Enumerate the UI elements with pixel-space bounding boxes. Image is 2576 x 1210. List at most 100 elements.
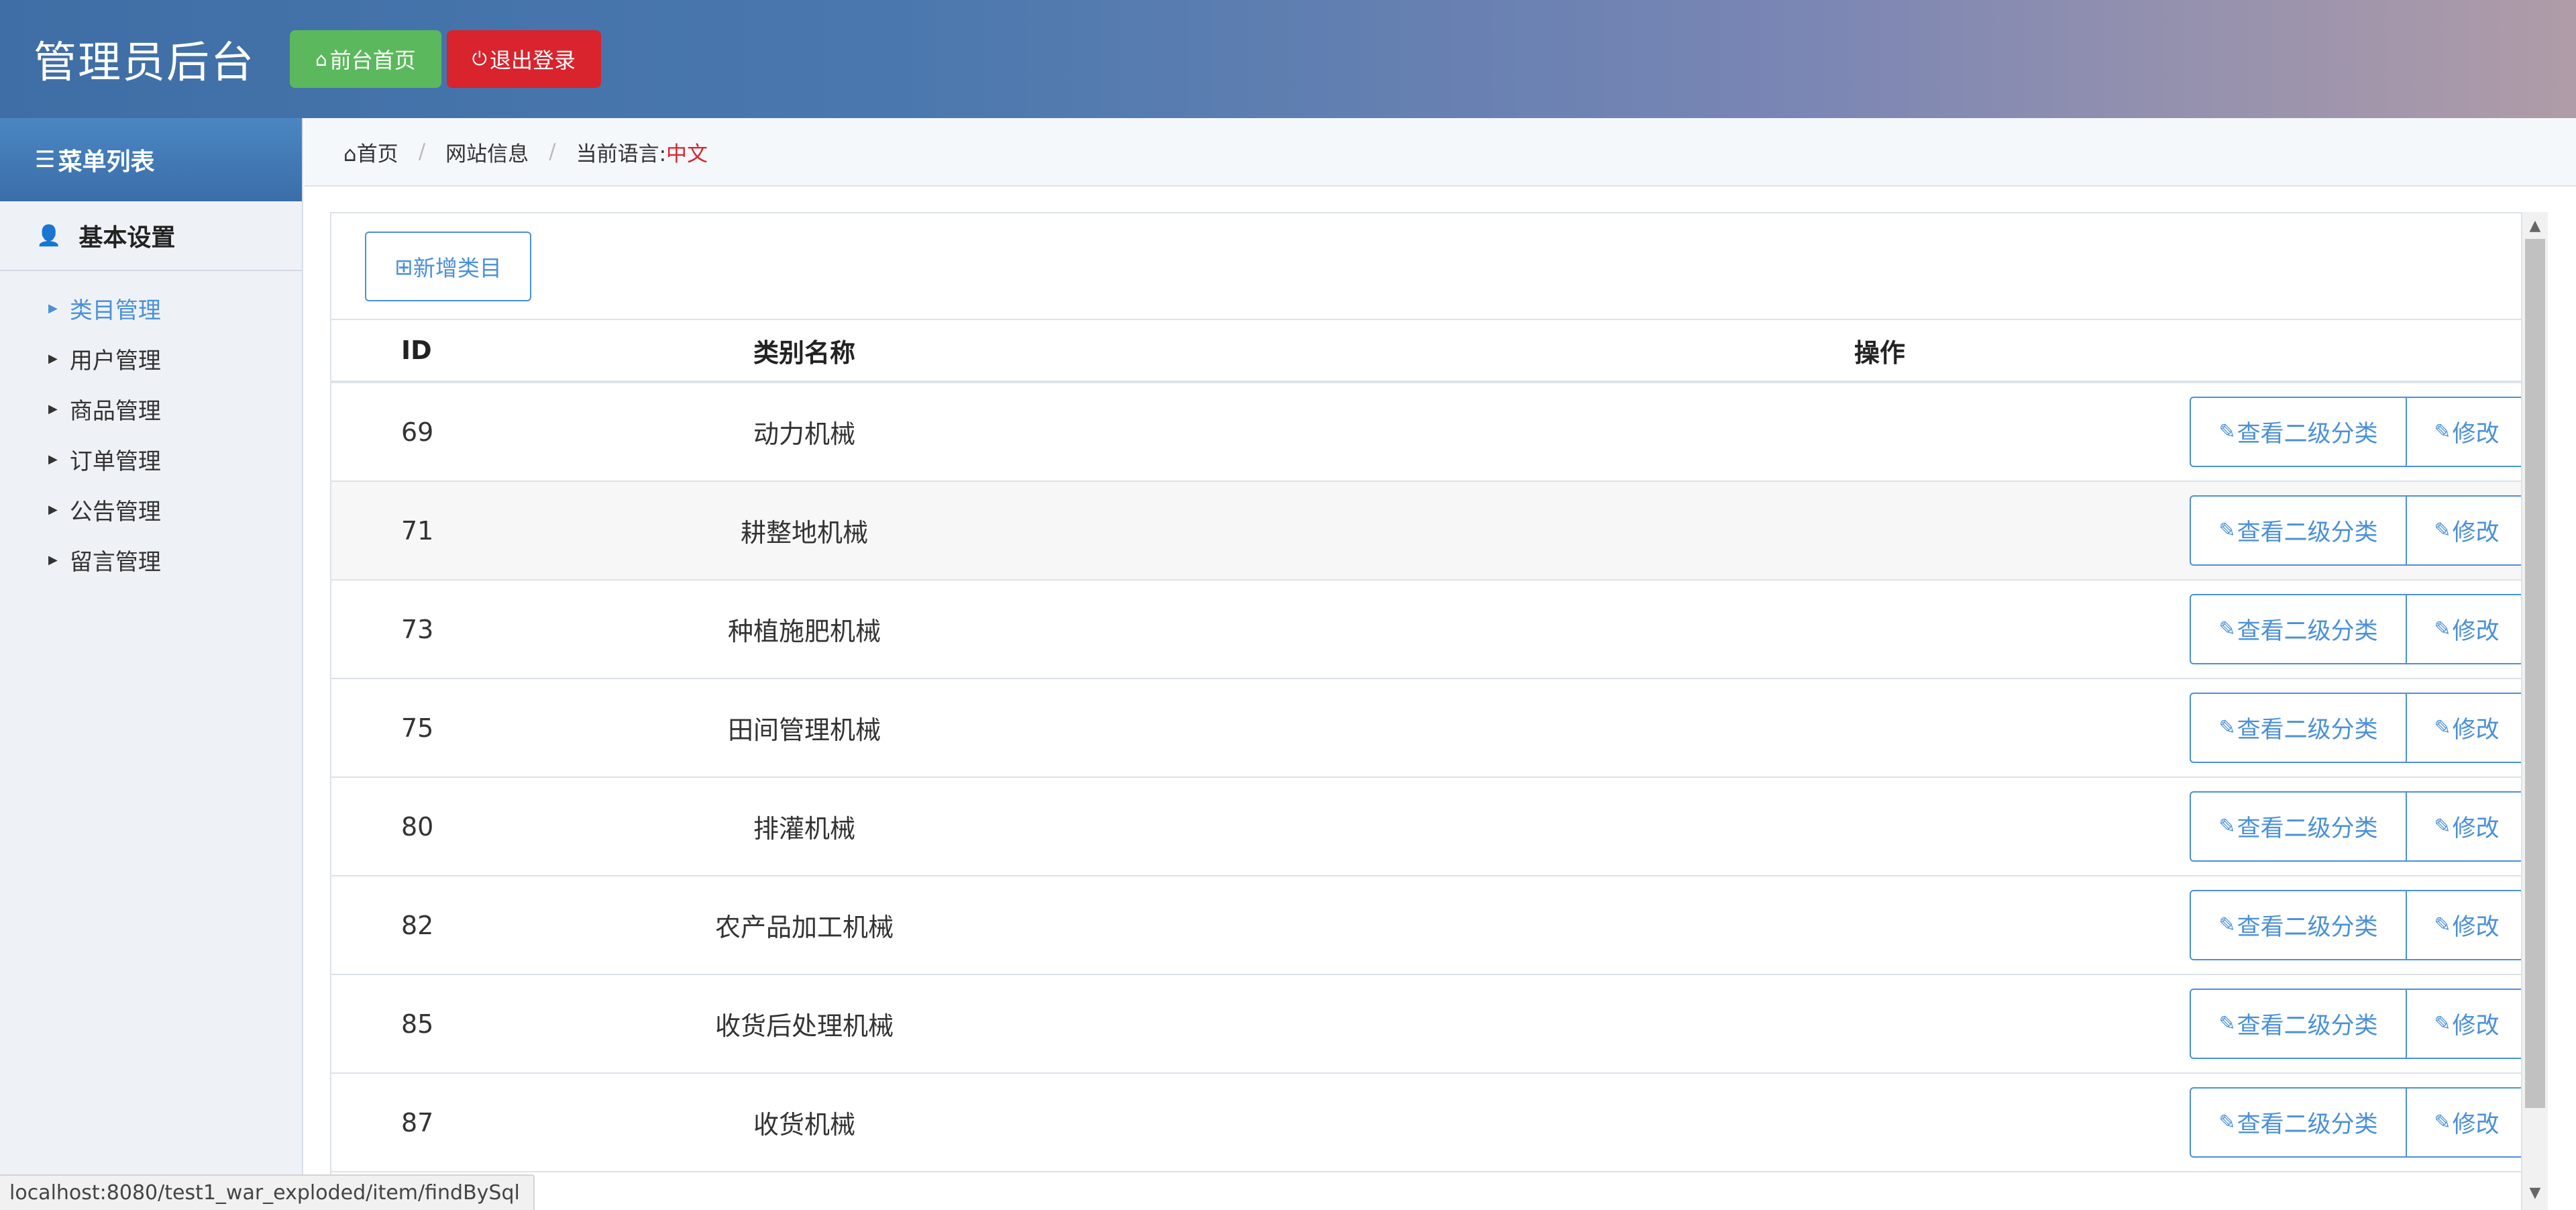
logout-button[interactable]: ⏻ 退出登录 [446, 30, 601, 88]
breadcrumb: ⌂首页 / 网站信息 / 当前语言: 中文 [305, 118, 2576, 187]
edit-icon: ✎ [2434, 1012, 2451, 1036]
cell-name: 排灌机械 [753, 814, 855, 844]
frontend-home-button[interactable]: ⌂ 前台首页 [290, 30, 441, 88]
view-subcategories-label: 查看二级分类 [2237, 1013, 2378, 1040]
sidebar-item-messages[interactable]: ▶ 留言管理 [0, 535, 302, 585]
cell-name: 收货后处理机械 [714, 1011, 894, 1041]
edit-button[interactable]: ✎ 修改 [2406, 989, 2521, 1059]
sidebar-item-label: 留言管理 [69, 549, 161, 576]
cell-ops: ✎查看二级分类 ✎修改 🗑删除 [928, 876, 2521, 974]
edit-label: 修改 [2452, 618, 2500, 645]
edit-icon: ✎ [2434, 815, 2451, 838]
scroll-up-arrow-icon[interactable]: ▲ [2522, 217, 2548, 238]
row-actions: ✎查看二级分类 ✎修改 🗑删除 [2190, 791, 2521, 862]
edit-icon: ✎ [2218, 913, 2236, 937]
row-actions: ✎查看二级分类 ✎修改 🗑删除 [2190, 693, 2521, 763]
view-subcategories-button[interactable]: ✎ 查看二级分类 [2190, 594, 2407, 664]
table-row: 82 农产品加工机械 ✎查看二级分类 ✎修改 🗑删除 [331, 876, 2521, 975]
edit-label: 修改 [2452, 519, 2500, 546]
edit-icon: ✎ [2218, 617, 2236, 641]
sidebar-item-category[interactable]: ▶ 类目管理 [0, 283, 302, 334]
column-header-name: 类别名称 [753, 338, 855, 368]
scroll-thumb[interactable] [2525, 239, 2545, 1108]
edit-icon: ✎ [2434, 420, 2451, 444]
edit-icon: ✎ [2434, 519, 2451, 542]
edit-icon: ✎ [2218, 716, 2236, 740]
edit-button[interactable]: ✎ 修改 [2406, 397, 2521, 467]
edit-label: 修改 [2452, 1013, 2500, 1040]
edit-icon: ✎ [2218, 1012, 2236, 1036]
edit-icon: ✎ [2218, 519, 2236, 542]
view-subcategories-button[interactable]: ✎ 查看二级分类 [2190, 989, 2407, 1059]
caret-right-icon: ▶ [48, 402, 58, 416]
view-subcategories-button[interactable]: ✎ 查看二级分类 [2190, 1087, 2407, 1158]
edit-button[interactable]: ✎ 修改 [2406, 693, 2521, 763]
edit-button[interactable]: ✎ 修改 [2406, 594, 2521, 664]
view-subcategories-label: 查看二级分类 [2237, 1111, 2378, 1138]
sidebar-menu: ▶ 类目管理 ▶ 用户管理 ▶ 商品管理 ▶ 订单管理 ▶ 公告管理 ▶ 留言管… [0, 271, 302, 585]
sidebar-group-basic-settings[interactable]: 👤 基本设置 [0, 201, 302, 271]
cell-ops: ✎查看二级分类 ✎修改 🗑删除 [928, 482, 2521, 579]
view-subcategories-button[interactable]: ✎ 查看二级分类 [2190, 397, 2407, 467]
table-row: 87 收货机械 ✎查看二级分类 ✎修改 🗑删除 [331, 1074, 2521, 1172]
sidebar-item-label: 商品管理 [69, 398, 161, 425]
sidebar-item-products[interactable]: ▶ 商品管理 [0, 384, 302, 434]
cell-id: 87 [401, 1107, 434, 1138]
breadcrumb-home-label: 首页 [356, 142, 398, 166]
cell-ops: ✎查看二级分类 ✎修改 🗑删除 [928, 778, 2521, 875]
cell-id: 80 [401, 811, 434, 842]
edit-icon: ✎ [2218, 420, 2236, 444]
status-url: localhost:8080/test1_war_exploded/item/f… [9, 1181, 520, 1205]
sidebar-item-label: 公告管理 [69, 499, 161, 525]
sidebar: ☰ 菜单列表 👤 基本设置 ▶ 类目管理 ▶ 用户管理 ▶ 商品管理 ▶ 订单管… [0, 118, 303, 1210]
view-subcategories-button[interactable]: ✎ 查看二级分类 [2190, 890, 2407, 960]
scroll-down-arrow-icon[interactable]: ▼ [2522, 1184, 2548, 1205]
caret-right-icon: ▶ [48, 452, 58, 466]
table-row: 80 排灌机械 ✎查看二级分类 ✎修改 🗑删除 [331, 778, 2521, 876]
sidebar-item-orders[interactable]: ▶ 订单管理 [0, 434, 302, 485]
row-actions: ✎查看二级分类 ✎修改 🗑删除 [2190, 495, 2521, 566]
power-icon: ⏻ [472, 48, 487, 70]
view-subcategories-label: 查看二级分类 [2237, 519, 2378, 546]
edit-icon: ✎ [2434, 617, 2451, 641]
cell-ops: ✎查看二级分类 ✎修改 🗑删除 [928, 383, 2521, 481]
content-panel: ⊞ 新增类目 ID 类别名称 操作 69 动力机械 ✎查看二级分类 ✎修改 🗑删… [330, 212, 2522, 1210]
cell-id: 75 [401, 713, 434, 743]
cell-name: 田间管理机械 [727, 715, 881, 745]
view-subcategories-button[interactable]: ✎ 查看二级分类 [2190, 693, 2407, 763]
breadcrumb-lang-value: 中文 [666, 142, 708, 166]
edit-icon: ✎ [2434, 913, 2451, 937]
caret-right-icon: ▶ [48, 503, 58, 517]
breadcrumb-lang-label: 当前语言: [576, 142, 667, 166]
cell-ops: ✎查看二级分类 ✎修改 🗑删除 [928, 581, 2521, 678]
cell-name: 收货机械 [753, 1110, 855, 1140]
add-category-label: 新增类目 [413, 255, 502, 281]
edit-button[interactable]: ✎ 修改 [2406, 890, 2521, 960]
view-subcategories-label: 查看二级分类 [2237, 914, 2378, 941]
list-icon: ☰ [35, 146, 56, 173]
vertical-scrollbar[interactable]: ▲ ▼ [2522, 212, 2548, 1210]
cell-name: 种植施肥机械 [727, 617, 881, 646]
top-header: 管理员后台 ⌂ 前台首页 ⏻ 退出登录 [0, 0, 2576, 118]
edit-button[interactable]: ✎ 修改 [2406, 1087, 2521, 1158]
column-header-id: ID [401, 336, 432, 365]
add-category-button[interactable]: ⊞ 新增类目 [365, 232, 531, 301]
edit-label: 修改 [2452, 1111, 2500, 1138]
view-subcategories-button[interactable]: ✎ 查看二级分类 [2190, 791, 2407, 862]
sidebar-item-announcements[interactable]: ▶ 公告管理 [0, 485, 302, 535]
table-row: 69 动力机械 ✎查看二级分类 ✎修改 🗑删除 [331, 383, 2521, 482]
cell-id: 82 [401, 910, 434, 940]
edit-button[interactable]: ✎ 修改 [2406, 791, 2521, 862]
table-row: 71 耕整地机械 ✎查看二级分类 ✎修改 🗑删除 [331, 482, 2521, 581]
edit-button[interactable]: ✎ 修改 [2406, 495, 2521, 566]
breadcrumb-site-info[interactable]: 网站信息 [445, 137, 529, 167]
cell-name: 耕整地机械 [740, 518, 868, 548]
sidebar-item-users[interactable]: ▶ 用户管理 [0, 334, 302, 384]
app-title: 管理员后台 [34, 38, 255, 88]
breadcrumb-home[interactable]: ⌂首页 [343, 137, 398, 167]
view-subcategories-button[interactable]: ✎ 查看二级分类 [2190, 495, 2407, 566]
user-icon: 👤 [36, 223, 62, 248]
cell-id: 71 [401, 515, 434, 546]
view-subcategories-label: 查看二级分类 [2237, 815, 2378, 842]
sidebar-item-label: 订单管理 [69, 448, 161, 475]
